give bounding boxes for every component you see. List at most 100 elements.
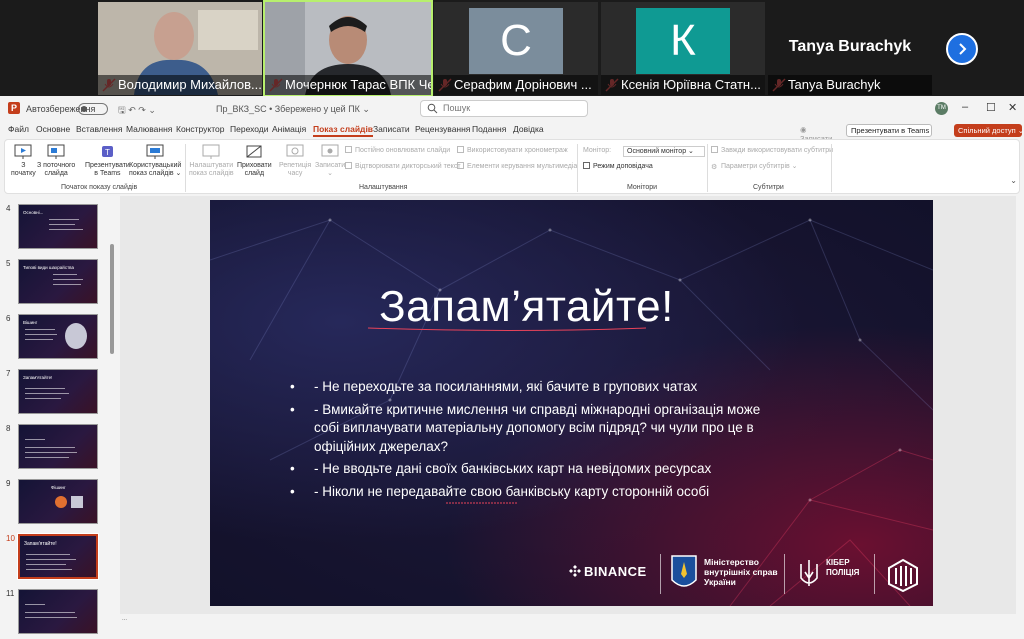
- logo-separator: [784, 554, 785, 594]
- slide-thumbnail[interactable]: Основні...: [18, 204, 98, 249]
- thumbnail-title: Фішинг: [51, 485, 66, 490]
- participant-tile[interactable]: К Ксенія Юріївна Статн...: [601, 2, 765, 95]
- slide-thumbnail-selected[interactable]: Запам'ятайте!: [17, 533, 99, 580]
- slide-thumbnail[interactable]: Фішинг: [18, 479, 98, 524]
- ribbon-separator: [707, 144, 708, 192]
- quick-access-toolbar[interactable]: 🖫 ↶ ↷ ⌄: [118, 103, 156, 119]
- from-current-label: З поточного: [37, 162, 76, 169]
- notes-area[interactable]: ...: [120, 614, 1016, 639]
- group-label-start: Початок показу слайдів: [61, 184, 138, 191]
- tab-transitions[interactable]: Переходи: [230, 124, 269, 134]
- logo-separator: [660, 554, 661, 594]
- hide-slide-label-2: слайд: [244, 170, 265, 177]
- collapse-ribbon-icon[interactable]: ⌄: [1010, 176, 1017, 185]
- close-icon[interactable]: ✕: [1008, 101, 1017, 114]
- partner-emblem-icon: [888, 558, 918, 592]
- thumbnail-title: Основні...: [23, 210, 44, 215]
- ministry-logo-text: Міністерство внутрішніх справ України: [704, 557, 778, 587]
- monitor-select[interactable]: Основний монітор ⌄: [623, 146, 705, 157]
- tab-file[interactable]: Файл: [8, 124, 29, 134]
- slide-thumbnail[interactable]: Запам'ятайте!: [18, 369, 98, 414]
- undo-icon[interactable]: ↶: [128, 105, 136, 115]
- tab-draw[interactable]: Малювання: [126, 124, 172, 134]
- custom-slide-show-button[interactable]: Користувацький показ слайдів ⌄: [129, 144, 181, 178]
- participant-tile-speaking[interactable]: Мочернюк Тарас ВПК Че...: [263, 0, 433, 97]
- bullet-glyph: •: [290, 483, 295, 499]
- slide-thumbnail[interactable]: [18, 424, 98, 469]
- record-label-2: ⌄: [327, 170, 334, 177]
- slide-thumbnails-pane[interactable]: 4 Основні... 5 Типові види шахрайства 6 …: [0, 196, 118, 639]
- keep-slides-updated-checkbox[interactable]: Постійно оновлювати слайди: [345, 146, 450, 154]
- bullet-text: Ніколи не передавайте свою банківську ка…: [318, 483, 710, 499]
- editor-scrollbar[interactable]: [1016, 196, 1024, 614]
- participant-tile[interactable]: С Серафим Дорінович ...: [434, 2, 598, 95]
- slide-editor[interactable]: Запам’ятайте! • - Не переходьте за посила…: [120, 196, 1016, 614]
- checkbox-label: Відтворювати дикторський текст: [355, 163, 461, 170]
- rehearse-timings-button[interactable]: Репетиція часу: [279, 144, 311, 178]
- present-in-teams-button[interactable]: Презентувати в Teams: [846, 124, 932, 137]
- file-name[interactable]: Пр_ВКЗ_SC • Збережено у цей ПК ⌄: [216, 104, 370, 115]
- record-button-disabled[interactable]: ◉ Записати: [800, 125, 840, 143]
- slide-number: 11: [6, 589, 15, 598]
- participant-name: Ксенія Юріївна Статн...: [601, 75, 765, 95]
- record-slide-show-button[interactable]: Записати ⌄: [315, 144, 345, 178]
- subtitle-settings-button[interactable]: ⚙ Параметри субтитрів ⌄: [711, 162, 798, 171]
- user-avatar[interactable]: TM: [935, 102, 948, 115]
- redo-icon[interactable]: ↷: [138, 105, 146, 115]
- svg-text:T: T: [105, 148, 110, 157]
- save-icon[interactable]: 🖫: [118, 105, 126, 115]
- media-controls-checkbox[interactable]: Елементи керування мультимедіа: [457, 162, 577, 170]
- bullet-glyph: •: [290, 379, 295, 394]
- tab-review[interactable]: Рецензування: [415, 124, 470, 134]
- bullet-text: Не переходьте за посиланнями, які бачите…: [322, 379, 698, 394]
- tab-view[interactable]: Подання: [472, 124, 506, 134]
- thumbnail-title: Типові види шахрайства: [23, 265, 74, 270]
- participant-tile[interactable]: Володимир Михайлов...: [98, 2, 262, 95]
- always-subtitles-checkbox[interactable]: Завжди використовувати субтитри: [711, 146, 833, 154]
- tab-design[interactable]: Конструктор: [176, 124, 224, 134]
- tab-animation[interactable]: Анімація: [272, 124, 306, 134]
- maximize-icon[interactable]: ☐: [986, 101, 996, 114]
- monitor-label: Монітор:: [583, 147, 612, 154]
- from-current-slide-button[interactable]: З поточного слайда: [37, 144, 75, 178]
- play-narrations-checkbox[interactable]: Відтворювати дикторський текст: [345, 162, 461, 170]
- ribbon-separator: [831, 144, 832, 192]
- slide-thumbnail[interactable]: Типові види шахрайства: [18, 259, 98, 304]
- cyber-police-logo-text: КІБЕР ПОЛІЦІЯ: [826, 558, 859, 578]
- bullet-glyph: •: [290, 461, 295, 476]
- slide-thumbnail[interactable]: [18, 589, 98, 634]
- minimize-icon[interactable]: –: [962, 101, 968, 113]
- slide-number: 5: [6, 259, 11, 268]
- chevron-right-icon: [959, 43, 967, 55]
- next-participants-button[interactable]: [946, 33, 978, 65]
- presenter-view-checkbox[interactable]: Режим доповідача: [583, 162, 653, 170]
- tab-record[interactable]: Записати: [373, 124, 410, 134]
- present-in-teams-ribbon-button[interactable]: T Презентувати в Teams: [85, 144, 130, 178]
- tab-help[interactable]: Довідка: [513, 124, 544, 134]
- participant-display-name: Tanya Burachyk: [788, 38, 912, 55]
- participant-tile[interactable]: Tanya Burachyk Tanya Burachyk: [768, 2, 932, 95]
- slide-title[interactable]: Запам’ятайте!: [210, 282, 843, 332]
- scrollbar-thumb[interactable]: [110, 244, 114, 354]
- from-beginning-label-2: початку: [11, 170, 36, 177]
- partner-logos: BINANCE Міністерство внутрішніх справ Ук…: [568, 550, 928, 598]
- bullet-text: Не вводьте дані своїх банківських карт н…: [322, 461, 712, 476]
- search-box[interactable]: Пошук: [420, 100, 588, 117]
- tab-slide-show[interactable]: Показ слайдів: [313, 124, 374, 137]
- current-slide[interactable]: Запам’ятайте! • - Не переходьте за посила…: [210, 200, 933, 606]
- thumbnails-scrollbar[interactable]: [109, 196, 115, 639]
- slide-number-selected: 10: [6, 534, 15, 543]
- stopwatch-icon: [286, 144, 304, 157]
- tab-home[interactable]: Основне: [36, 124, 70, 134]
- hide-slide-button[interactable]: Приховати слайд: [237, 144, 272, 178]
- setup-slide-show-button[interactable]: Налаштувати показ слайдів: [189, 144, 234, 178]
- bullet-dash: -: [314, 461, 319, 476]
- use-timings-checkbox[interactable]: Використовувати хронометраж: [457, 146, 568, 154]
- slide-thumbnail[interactable]: Вішинг: [18, 314, 98, 359]
- autosave-toggle[interactable]: [78, 103, 108, 115]
- tab-insert[interactable]: Вставлення: [76, 124, 122, 134]
- more-icon[interactable]: ⌄: [148, 105, 156, 115]
- slide-bullet-list[interactable]: • - Не переходьте за посиланнями, які бач…: [290, 378, 770, 505]
- share-button[interactable]: Спільний доступ ⌄: [954, 124, 1024, 137]
- from-beginning-button[interactable]: З початку: [11, 144, 36, 178]
